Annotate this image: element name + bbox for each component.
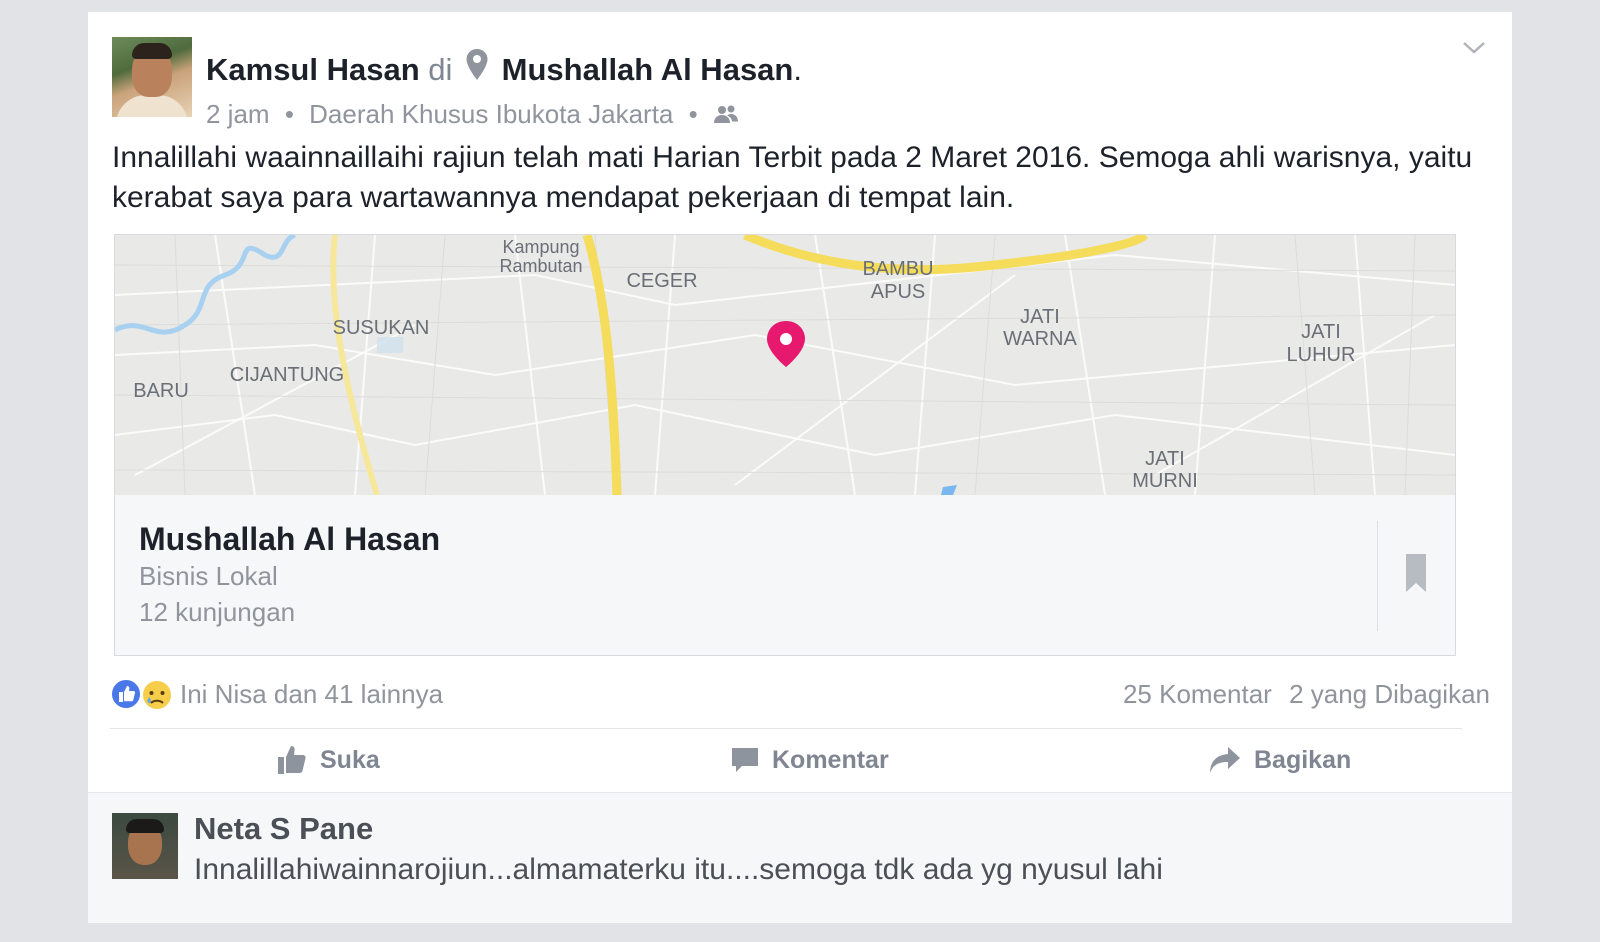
comment-text: Innalillahiwainnarojiun...almamaterku it… <box>194 853 1163 886</box>
place-attachment[interactable]: Kampung Rambutan CEGER BAMBU APUS SUSUKA… <box>114 234 1456 656</box>
post-text: Innalillahi waainnaillaihi rajiun telah … <box>112 141 1473 214</box>
thumbs-up-icon <box>278 746 306 774</box>
place-category: Bisnis Lokal <box>139 561 278 591</box>
map-label-kampung: Kampung <box>502 237 579 257</box>
post-region: Daerah Khusus Ibukota Jakarta <box>309 99 674 129</box>
chevron-down-icon[interactable] <box>1462 40 1486 56</box>
location-name[interactable]: Mushallah Al Hasan <box>502 52 794 87</box>
place-info-panel[interactable]: Mushallah Al Hasan Bisnis Lokal 12 kunju… <box>115 495 1455 655</box>
place-visits: 12 kunjungan <box>139 597 296 627</box>
comment-label: Komentar <box>772 745 889 774</box>
map-label-susukan: SUSUKAN <box>333 317 430 339</box>
map-label-rambutan: Rambutan <box>499 256 582 276</box>
like-label: Suka <box>320 745 380 774</box>
map-label-ceger: CEGER <box>626 270 697 292</box>
map-label-baru: BARU <box>133 380 189 402</box>
reactions-summary[interactable]: Ini Nisa dan 41 lainnya <box>180 679 443 710</box>
comments-count[interactable]: 25 Komentar <box>1123 679 1272 709</box>
comment-button[interactable]: Komentar <box>730 740 889 780</box>
post-header: Kamsul Hasan di Mushallah Al Hasan. <box>206 48 802 88</box>
share-arrow-icon <box>1210 747 1240 773</box>
map-label-murni: MURNI <box>1132 470 1198 492</box>
shares-count[interactable]: 2 yang Dibagikan <box>1289 679 1490 709</box>
map-label-jati1: JATI <box>1020 306 1060 328</box>
post-card: Kamsul Hasan di Mushallah Al Hasan. 2 ja… <box>88 12 1512 923</box>
author-name[interactable]: Kamsul Hasan <box>206 52 420 87</box>
divider <box>110 728 1462 729</box>
sad-reaction-icon[interactable] <box>140 678 174 712</box>
place-name[interactable]: Mushallah Al Hasan <box>139 521 440 558</box>
panel-divider <box>1377 521 1378 631</box>
friends-icon[interactable] <box>713 104 739 124</box>
share-button[interactable]: Bagikan <box>1208 740 1351 780</box>
post-time[interactable]: 2 jam <box>206 99 270 129</box>
action-bar: Suka Komentar Bagikan <box>88 740 1512 796</box>
bookmark-icon[interactable] <box>1405 553 1427 593</box>
map-label-cijantung: CIJANTUNG <box>230 364 344 386</box>
map-preview[interactable]: Kampung Rambutan CEGER BAMBU APUS SUSUKA… <box>115 235 1455 495</box>
commenter-avatar[interactable] <box>112 813 178 879</box>
comment-icon <box>732 748 758 772</box>
map-label-bambu: BAMBU <box>862 258 933 280</box>
like-button[interactable]: Suka <box>276 740 380 780</box>
author-avatar[interactable] <box>112 37 192 117</box>
at-word: di <box>428 52 453 87</box>
share-label: Bagikan <box>1254 745 1352 774</box>
location-pin-icon <box>466 49 488 80</box>
map-label-jati3: JATI <box>1145 448 1185 470</box>
map-label-luhur: LUHUR <box>1287 344 1356 366</box>
map-label-warna: WARNA <box>1003 328 1077 350</box>
map-label-apus: APUS <box>871 281 925 303</box>
engagement-counts: 25 Komentar 2 yang Dibagikan <box>1123 679 1490 710</box>
post-meta: 2 jam • Daerah Khusus Ibukota Jakarta • <box>206 99 739 130</box>
like-reaction-icon[interactable] <box>110 678 142 710</box>
reactions-row: Ini Nisa dan 41 lainnya 25 Komentar 2 ya… <box>110 676 1490 712</box>
commenter-name[interactable]: Neta S Pane <box>194 811 373 847</box>
map-label-jati2: JATI <box>1301 321 1341 343</box>
comment-section: Neta S Pane Innalillahiwainnarojiun...al… <box>88 792 1512 923</box>
